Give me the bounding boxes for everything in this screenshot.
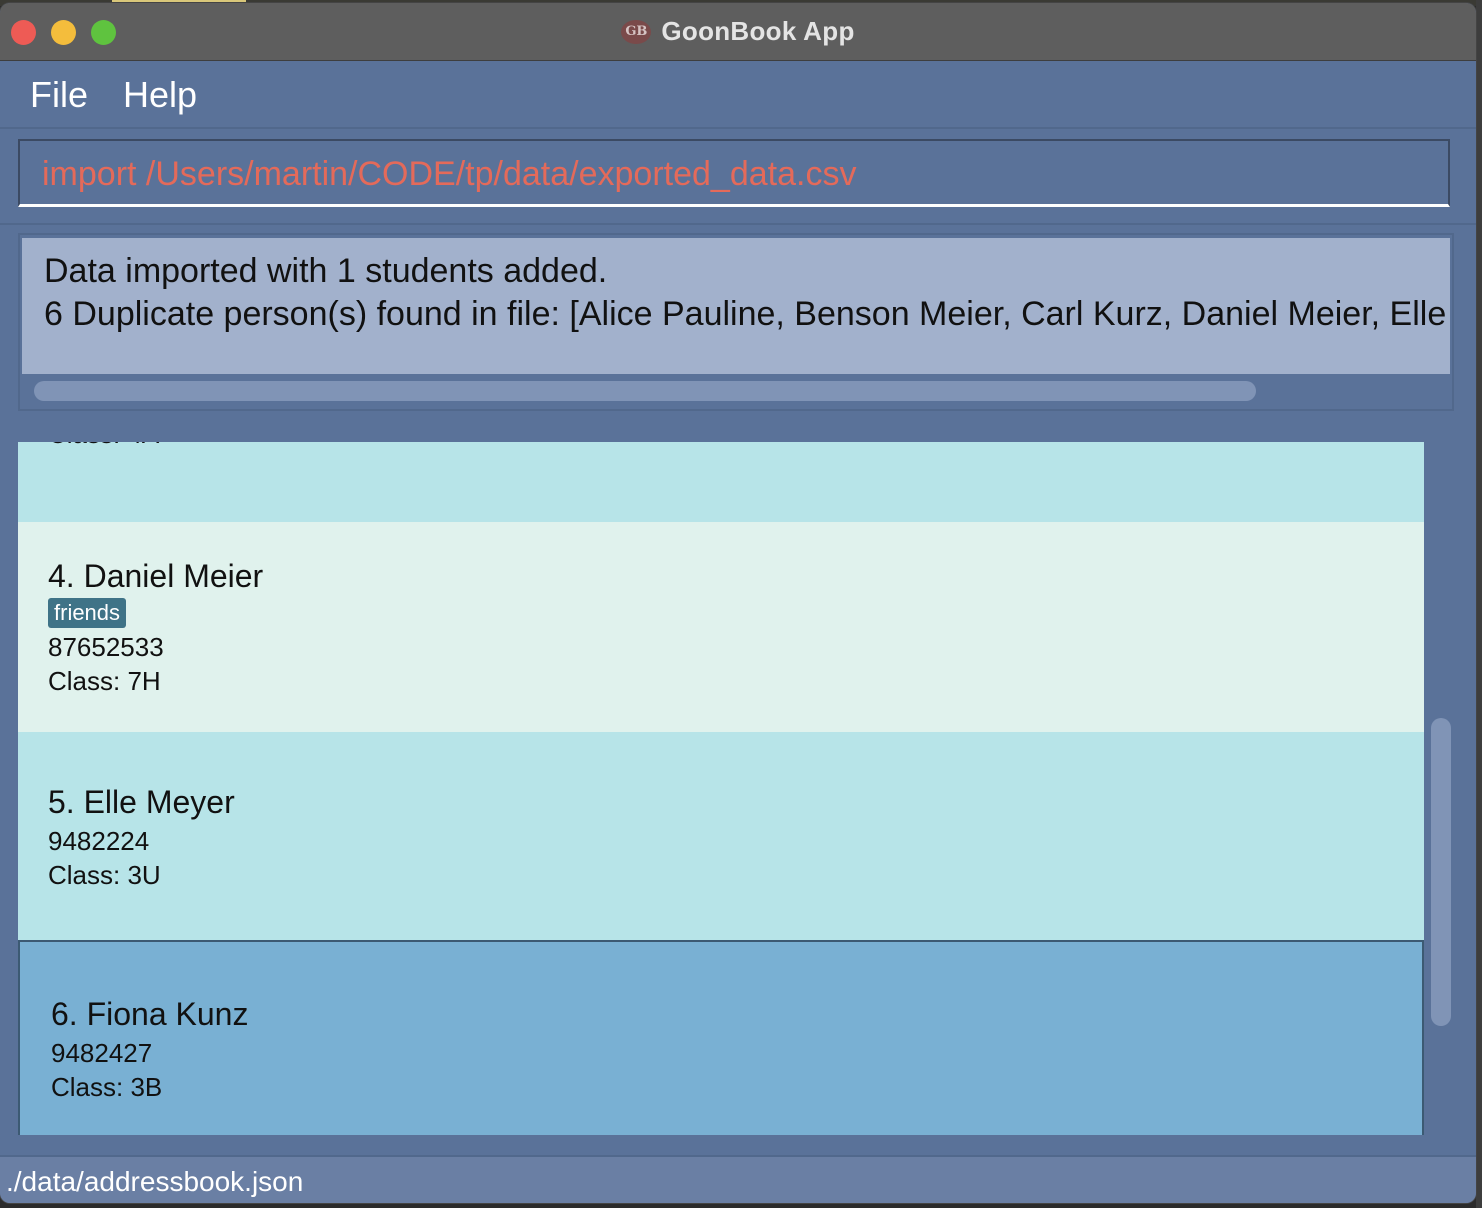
person-list-scrollbar-thumb[interactable] — [1431, 718, 1451, 1026]
command-input[interactable]: import /Users/martin/CODE/tp/data/export… — [18, 139, 1450, 207]
menu-help[interactable]: Help — [123, 74, 197, 116]
person-list: Class: 4A 4. Daniel Meier friends 876525… — [18, 442, 1424, 1135]
app-window: GB GoonBook App File Help import /Users/… — [0, 3, 1476, 1203]
person-list-pane: Class: 4A 4. Daniel Meier friends 876525… — [0, 423, 1476, 1149]
menu-file[interactable]: File — [30, 74, 88, 116]
result-scrollbar-thumb[interactable] — [34, 381, 1256, 401]
title-wrap: GB GoonBook App — [0, 3, 1476, 60]
result-text-area[interactable]: Data imported with 1 students added. 6 D… — [22, 238, 1450, 374]
person-class: Class: 3U — [48, 860, 161, 890]
window-title: GoonBook App — [661, 16, 855, 46]
person-card[interactable]: Class: 4A — [18, 442, 1424, 522]
result-display: Data imported with 1 students added. 6 D… — [18, 233, 1454, 411]
desktop-edge — [1476, 0, 1482, 1208]
person-list-vertical-scrollbar[interactable] — [1426, 442, 1456, 1135]
app-logo-icon: GB — [621, 19, 652, 44]
person-card[interactable]: 5. Elle Meyer 9482224 Class: 3U — [18, 732, 1424, 942]
command-input-text: import /Users/martin/CODE/tp/data/export… — [42, 155, 857, 193]
person-name: 4. Daniel Meier — [48, 558, 264, 594]
tag-badge: friends — [48, 598, 127, 628]
person-phone: 9482427 — [51, 1038, 153, 1068]
person-class: Class: 7H — [48, 666, 161, 696]
result-line-2: 6 Duplicate person(s) found in file: [Al… — [44, 295, 1450, 333]
person-card[interactable]: 4. Daniel Meier friends 87652533 Class: … — [18, 522, 1424, 732]
person-class: Class: 3B — [51, 1072, 163, 1102]
result-horizontal-scrollbar[interactable] — [22, 376, 1450, 406]
save-file-path: ./data/addressbook.json — [6, 1166, 304, 1197]
menu-bar: File Help — [0, 61, 1476, 129]
result-line-1: Data imported with 1 students added. — [44, 252, 608, 290]
person-phone: 9482224 — [48, 826, 150, 856]
status-bar: ./data/addressbook.json — [0, 1155, 1476, 1203]
title-bar[interactable]: GB GoonBook App — [0, 3, 1476, 61]
person-name: 5. Elle Meyer — [48, 784, 235, 820]
person-class: Class: 4A — [48, 442, 159, 450]
person-name: 6. Fiona Kunz — [51, 996, 249, 1032]
command-pane: import /Users/martin/CODE/tp/data/export… — [0, 129, 1476, 225]
person-card-selected[interactable]: 6. Fiona Kunz 9482427 Class: 3B — [18, 942, 1424, 1135]
person-phone: 87652533 — [48, 632, 164, 662]
